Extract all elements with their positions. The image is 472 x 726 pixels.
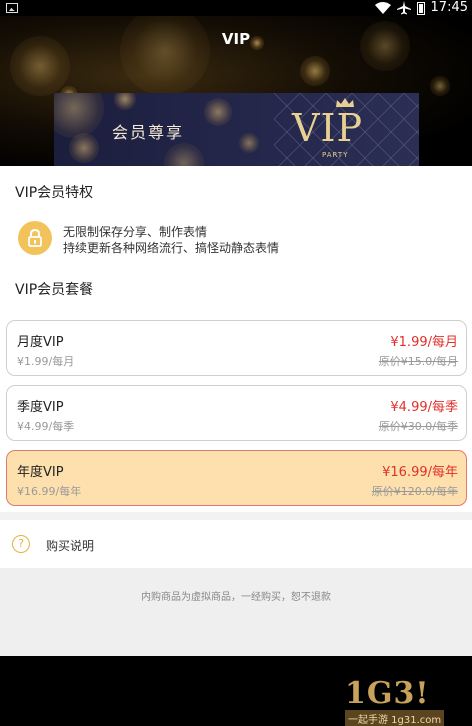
status-time: 17:45 xyxy=(430,0,468,15)
plan-price: ¥4.99/每季 xyxy=(390,400,458,415)
packages-title: VIP会员套餐 xyxy=(15,282,94,298)
question-icon: ? xyxy=(12,535,30,553)
plan-subprice: ¥4.99/每季 xyxy=(17,420,75,433)
content: VIP会员特权 无限制保存分享、制作表情 持续更新各种网络流行、搞怪动静态表情 … xyxy=(0,166,472,656)
plan-name: 月度VIP xyxy=(17,335,64,350)
watermark-text: 一起手游 1g31.com xyxy=(345,710,445,726)
plan-card-quarterly[interactable]: 季度VIP ¥4.99/每季 ¥4.99/每季 原价¥30.0/每季 xyxy=(6,385,467,441)
plan-price: ¥16.99/每年 xyxy=(382,465,458,480)
plan-subprice: ¥1.99/每月 xyxy=(17,355,75,368)
plan-name: 年度VIP xyxy=(17,465,64,480)
purchase-info-row[interactable]: ? 购买说明 xyxy=(0,528,472,564)
privilege-line: 无限制保存分享、制作表情 xyxy=(63,225,208,239)
plan-original-price: 原价¥15.0/每月 xyxy=(378,355,458,368)
purchase-notice: 内购商品为虚拟商品，一经购买，恕不退款 xyxy=(141,592,331,603)
image-icon xyxy=(6,3,18,13)
vip-logo: VIP xyxy=(292,106,364,150)
banner-text: 会员尊享 xyxy=(112,123,185,142)
watermark-logo: 1G3! xyxy=(345,676,430,711)
plan-original-price: 原价¥30.0/每季 xyxy=(378,420,458,433)
purchase-info-label: 购买说明 xyxy=(46,539,95,553)
battery-icon xyxy=(416,1,425,15)
privileges-title: VIP会员特权 xyxy=(15,185,94,201)
header: VIP 会员尊享 VIP PARTY xyxy=(0,16,472,166)
privilege-line: 持续更新各种网络流行、搞怪动静态表情 xyxy=(63,241,280,255)
footer: 1G3! 一起手游 1g31.com xyxy=(0,656,472,726)
vip-party-text: PARTY xyxy=(322,151,349,159)
plan-original-price: 原价¥120.0/每年 xyxy=(371,485,458,498)
lock-icon xyxy=(18,221,52,255)
plan-name: 季度VIP xyxy=(17,400,64,415)
notice-area: 内购商品为虚拟商品，一经购买，恕不退款 xyxy=(0,568,472,656)
divider xyxy=(0,512,472,520)
plan-card-monthly[interactable]: 月度VIP ¥1.99/每月 ¥1.99/每月 原价¥15.0/每月 xyxy=(6,320,467,376)
status-icons: 17:45 xyxy=(374,0,468,16)
wifi-icon xyxy=(374,2,391,14)
plan-subprice: ¥16.99/每年 xyxy=(17,485,82,498)
plan-price: ¥1.99/每月 xyxy=(390,335,458,350)
vip-banner: 会员尊享 VIP PARTY xyxy=(54,93,419,166)
airplane-icon xyxy=(396,1,411,15)
status-bar: 17:45 xyxy=(0,0,472,16)
page-title: VIP xyxy=(221,30,251,48)
plan-card-yearly[interactable]: 年度VIP ¥16.99/每年 ¥16.99/每年 原价¥120.0/每年 xyxy=(6,450,467,506)
watermark: 1G3! 一起手游 1g31.com xyxy=(345,676,457,726)
